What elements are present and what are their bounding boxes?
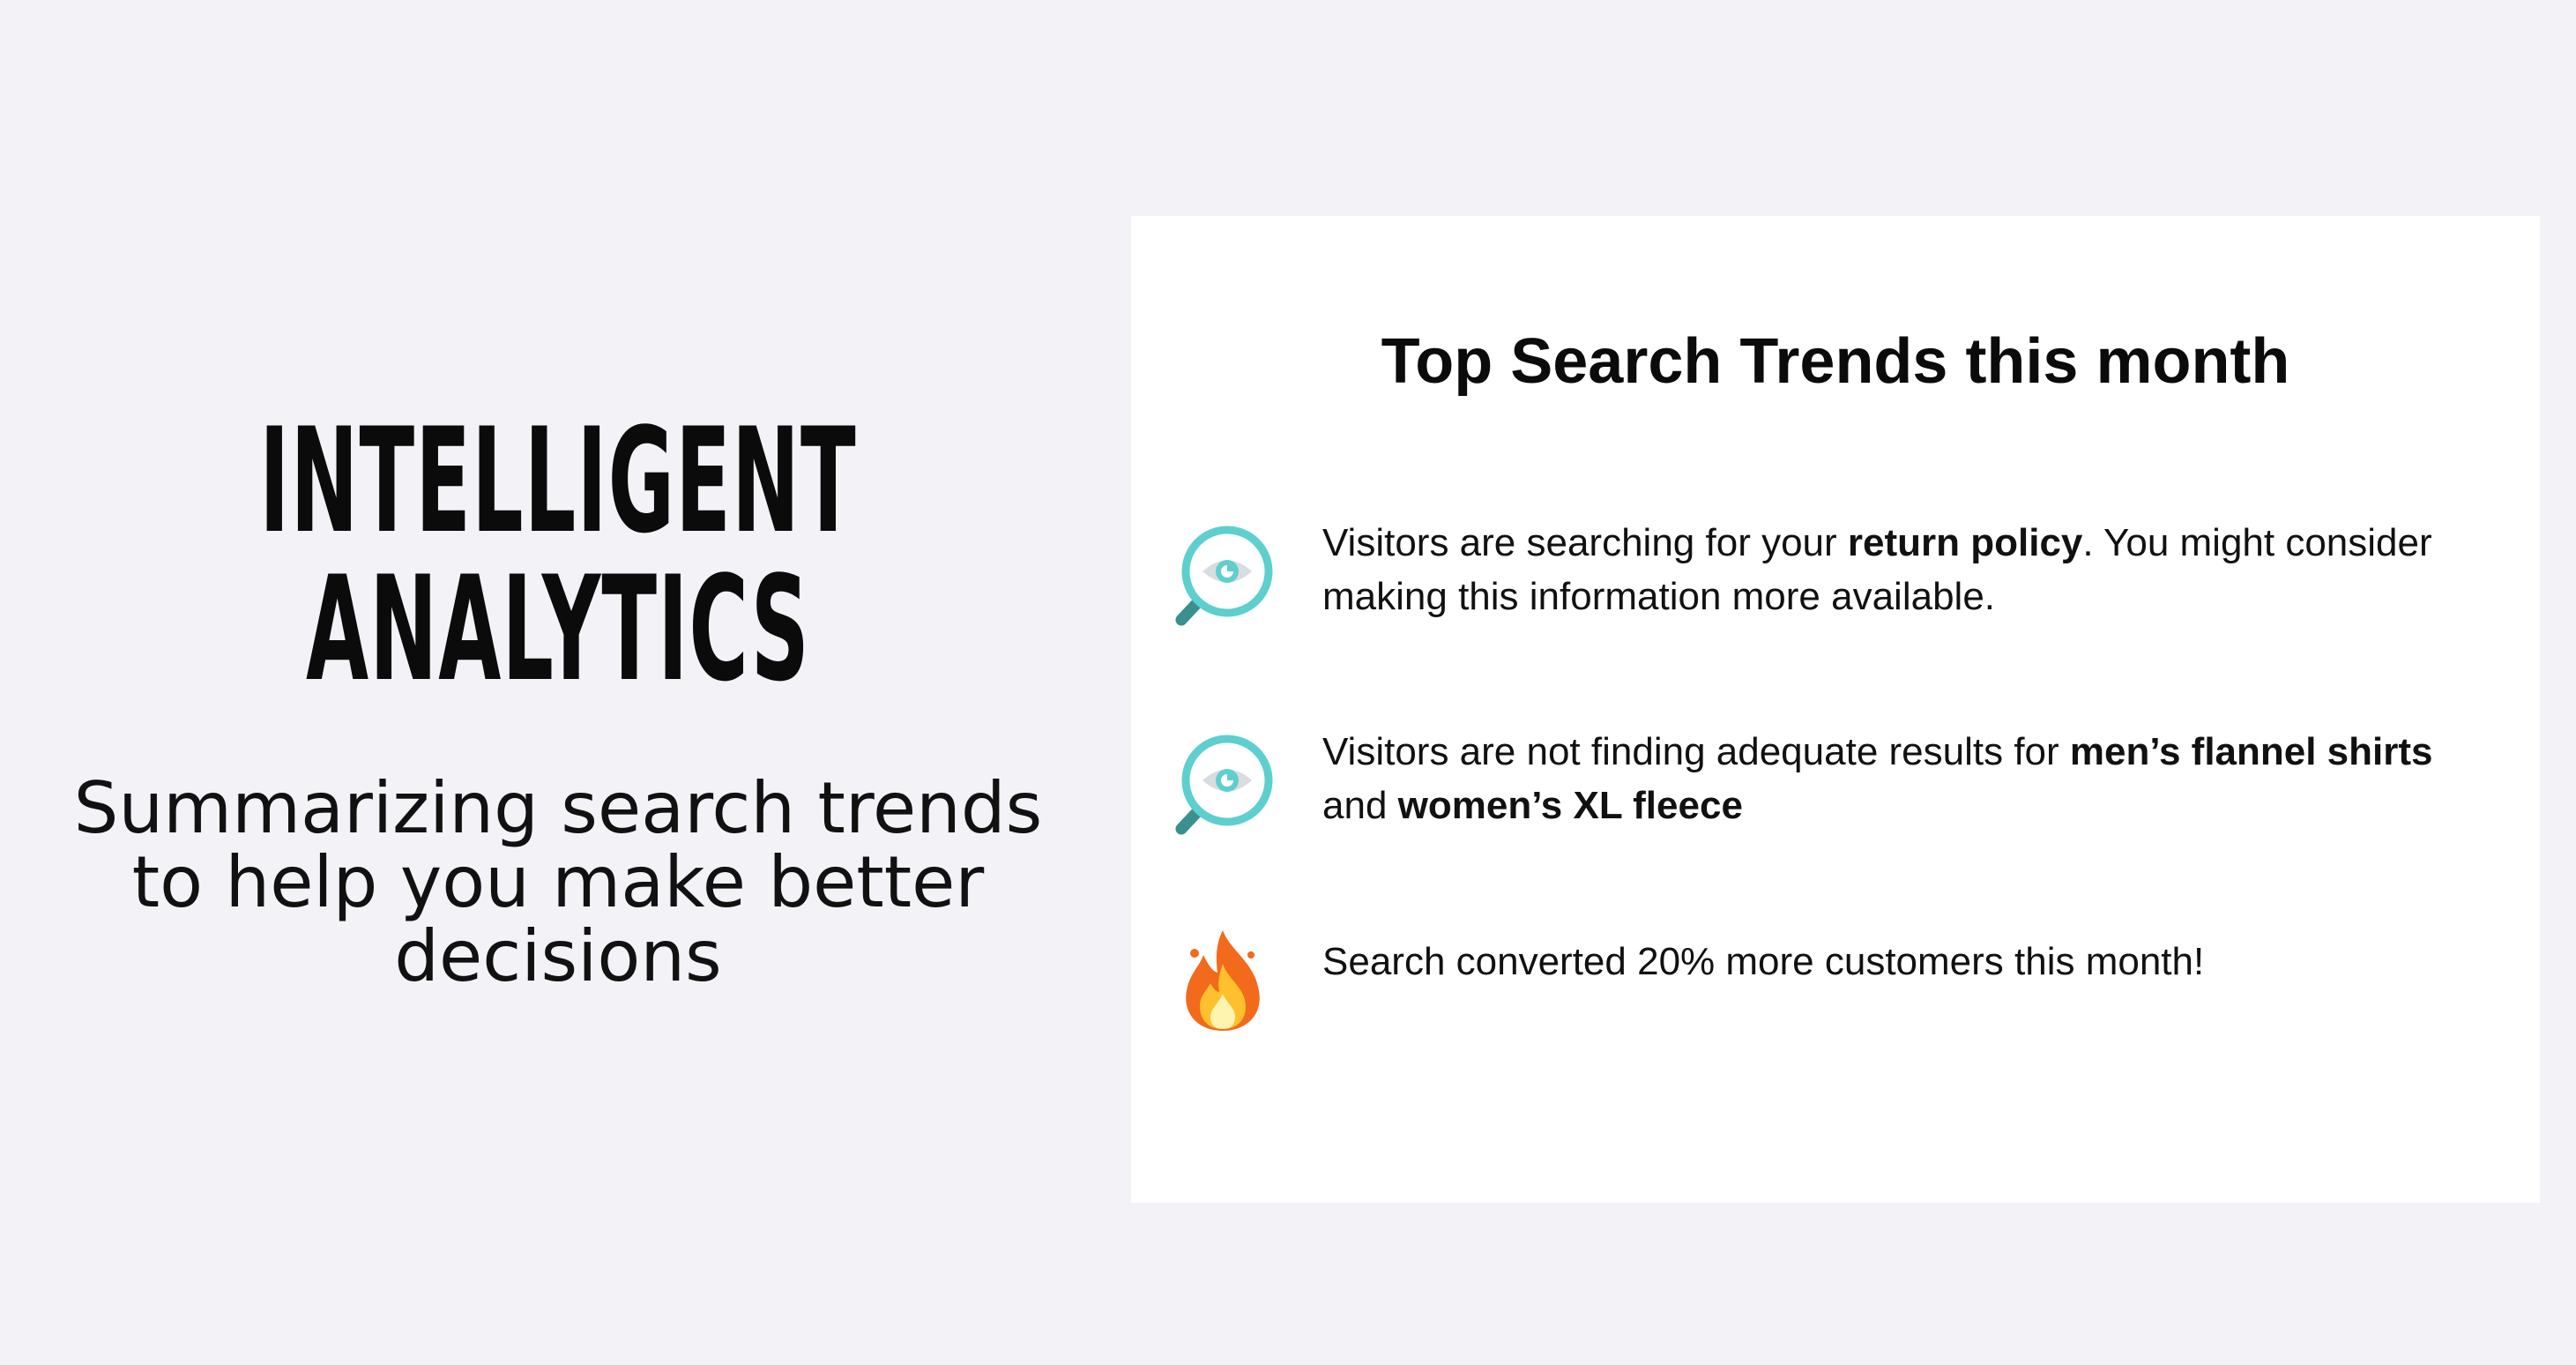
trend-item-text: Visitors are not finding adequate result… [1322,725,2504,832]
magnifier-eye-icon [1173,523,1278,629]
hero-section: INTELLIGENT ANALYTICS Summarizing search… [0,0,1116,1365]
trend-item-text: Visitors are searching for your return p… [1322,516,2504,623]
hero-title: INTELLIGENT ANALYTICS [246,407,871,704]
card-title: Top Search Trends this month [1381,326,2290,397]
search-trends-card: Top Search Trends this month Visitors ar… [1131,216,2540,1203]
text-segment: Visitors are not finding adequate result… [1322,730,2070,773]
highlight-term: women’s XL fleece [1397,784,1743,827]
text-segment: Visitors are searching for your [1322,521,1848,564]
text-segment: Search converted 20% more customers this… [1322,940,2205,983]
hero-title-line-1: INTELLIGENT [259,397,857,565]
magnifier-eye-icon [1173,732,1278,838]
fire-icon [1177,929,1269,1033]
highlight-term: return policy [1847,521,2083,564]
text-segment: and [1322,784,1398,827]
hero-subtitle: Summarizing search trends to help you ma… [73,767,1043,997]
hero-title-line-2: ANALYTICS [306,545,810,713]
highlight-term: men’s flannel shirts [2069,730,2433,773]
trend-item-text: Search converted 20% more customers this… [1322,935,2504,988]
